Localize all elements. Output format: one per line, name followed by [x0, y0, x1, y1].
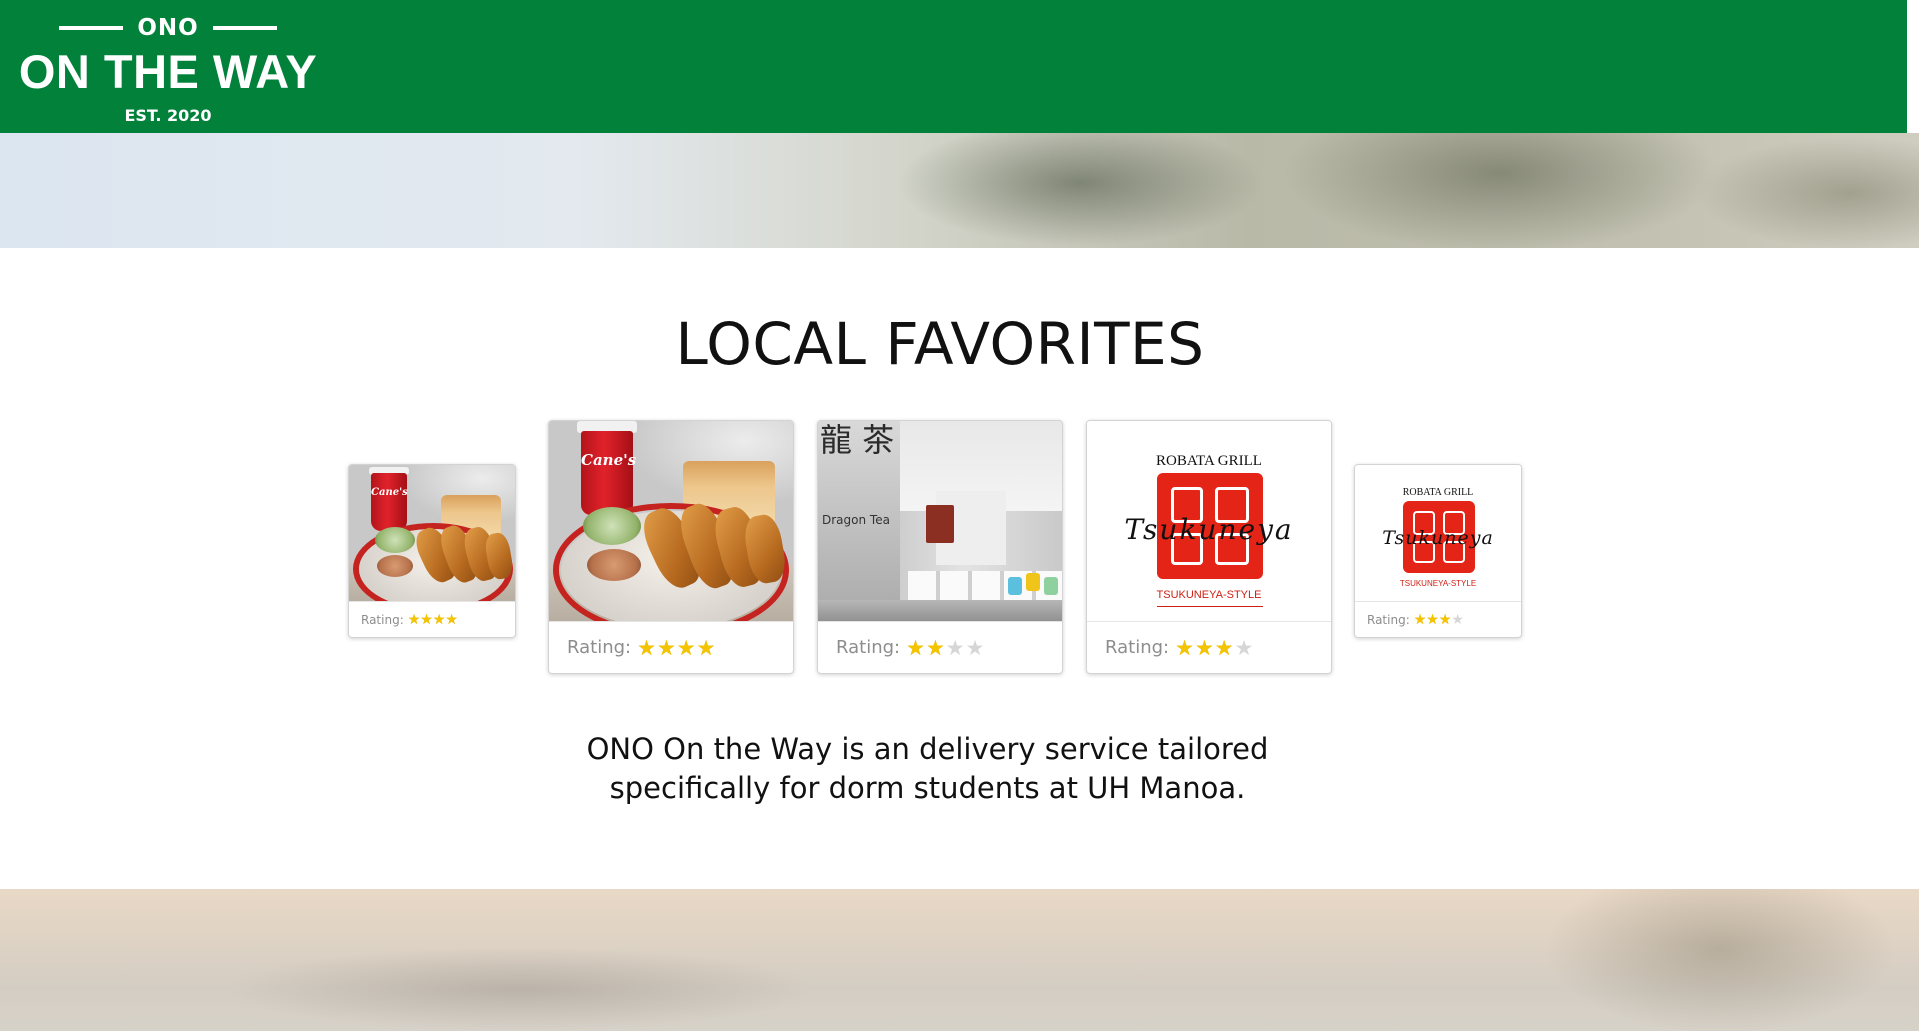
hero-photo-band	[0, 133, 1919, 248]
card-rating: Rating: ★★★★	[549, 621, 793, 673]
site-header: ONO ON THE WAY EST. 2020	[0, 0, 1907, 133]
logo-est-text: EST. 2020	[124, 106, 212, 125]
logo-right-rule	[212, 26, 277, 30]
restaurant-card-canes-small[interactable]: Cane's Rating: ★★★★	[348, 464, 516, 638]
tagline-line-1: ONO On the Way is an delivery service ta…	[586, 732, 1269, 766]
star-filled-icon: ★	[676, 635, 697, 660]
dragon-tea-interior-photo: 龍 茶 Dragon Tea	[818, 421, 1062, 622]
rating-label: Rating:	[836, 637, 901, 658]
rating-stars: ★★★★	[408, 612, 458, 628]
restaurant-card-dragon-tea[interactable]: 龍 茶 Dragon Tea Rating: ★★★★	[817, 420, 1063, 674]
dragon-tea-kanji: 龍 茶	[820, 421, 895, 459]
star-filled-icon: ★	[432, 611, 446, 628]
canes-food-photo: Cane's	[349, 465, 515, 602]
star-filled-icon: ★	[1413, 611, 1427, 628]
star-filled-icon: ★	[906, 635, 926, 660]
cup-logo-text: Cane's	[581, 451, 637, 469]
tsukuneya-script-text: Tsukuneya	[1124, 513, 1294, 546]
rating-stars: ★★★★	[637, 636, 716, 660]
star-empty-icon: ★	[1451, 611, 1464, 628]
logo-ono-text: ONO	[137, 15, 199, 41]
tsukuneya-style-text: TSUKUNEYA-STYLE	[1156, 589, 1262, 601]
tsukuneya-script-text: Tsukuneya	[1382, 527, 1494, 549]
restaurant-card-tsukuneya[interactable]: ROBATA GRILL Tsukuneya TSUKUNEYA-STYLE R…	[1086, 420, 1332, 674]
star-filled-icon: ★	[1438, 611, 1452, 628]
header-edge	[1907, 0, 1919, 133]
rating-label: Rating:	[1105, 637, 1170, 658]
star-filled-icon: ★	[445, 611, 458, 628]
star-filled-icon: ★	[637, 635, 657, 660]
logo-left-rule	[59, 26, 124, 30]
tsukuneya-logo-image: ROBATA GRILL Tsukuneya TSUKUNEYA-STYLE	[1355, 465, 1521, 602]
star-empty-icon: ★	[945, 635, 966, 660]
restaurant-card-canes[interactable]: Cane's Rating: ★★★★	[548, 420, 794, 674]
card-rating: Rating: ★★★★	[1087, 621, 1331, 673]
tagline: ONO On the Way is an delivery service ta…	[0, 730, 1855, 808]
star-filled-icon: ★	[1214, 635, 1235, 660]
cup-logo-text: Cane's	[371, 487, 408, 498]
card-rating: Rating: ★★★★	[1355, 601, 1521, 637]
card-rating: Rating: ★★★★	[818, 621, 1062, 673]
tsukuneya-top-text: ROBATA GRILL	[1156, 453, 1262, 469]
tsukuneya-style-text: TSUKUNEYA-STYLE	[1399, 579, 1477, 588]
site-logo[interactable]: ONO ON THE WAY EST. 2020	[18, 14, 318, 125]
card-rating: Rating: ★★★★	[349, 601, 515, 637]
star-filled-icon: ★	[696, 635, 717, 660]
rating-stars: ★★★★	[1414, 612, 1464, 628]
rating-label: Rating:	[567, 637, 632, 658]
star-filled-icon: ★	[925, 635, 946, 660]
dragon-tea-sign: Dragon Tea	[822, 513, 890, 527]
rating-stars: ★★★★	[1175, 636, 1254, 660]
star-filled-icon: ★	[1175, 635, 1195, 660]
rating-stars: ★★★★	[906, 636, 985, 660]
rating-label: Rating:	[361, 612, 404, 627]
star-empty-icon: ★	[965, 635, 986, 660]
star-empty-icon: ★	[1234, 635, 1255, 660]
restaurant-card-tsukuneya-small[interactable]: ROBATA GRILL Tsukuneya TSUKUNEYA-STYLE R…	[1354, 464, 1522, 638]
star-filled-icon: ★	[1194, 635, 1215, 660]
star-filled-icon: ★	[1426, 611, 1439, 628]
logo-top-row: ONO	[18, 14, 318, 42]
canes-food-photo: Cane's	[549, 421, 793, 622]
star-filled-icon: ★	[407, 611, 421, 628]
tsukuneya-logo-image: ROBATA GRILL Tsukuneya TSUKUNEYA-STYLE	[1087, 421, 1331, 622]
tagline-line-2: specifically for dorm students at UH Man…	[609, 771, 1246, 805]
star-filled-icon: ★	[420, 611, 433, 628]
logo-main-text: ON THE WAY	[18, 45, 318, 98]
tsukuneya-top-text: ROBATA GRILL	[1402, 487, 1474, 498]
rating-label: Rating:	[1367, 612, 1410, 627]
section-title: LOCAL FAVORITES	[675, 310, 1205, 378]
footer-photo-band	[0, 889, 1919, 1031]
star-filled-icon: ★	[656, 635, 677, 660]
